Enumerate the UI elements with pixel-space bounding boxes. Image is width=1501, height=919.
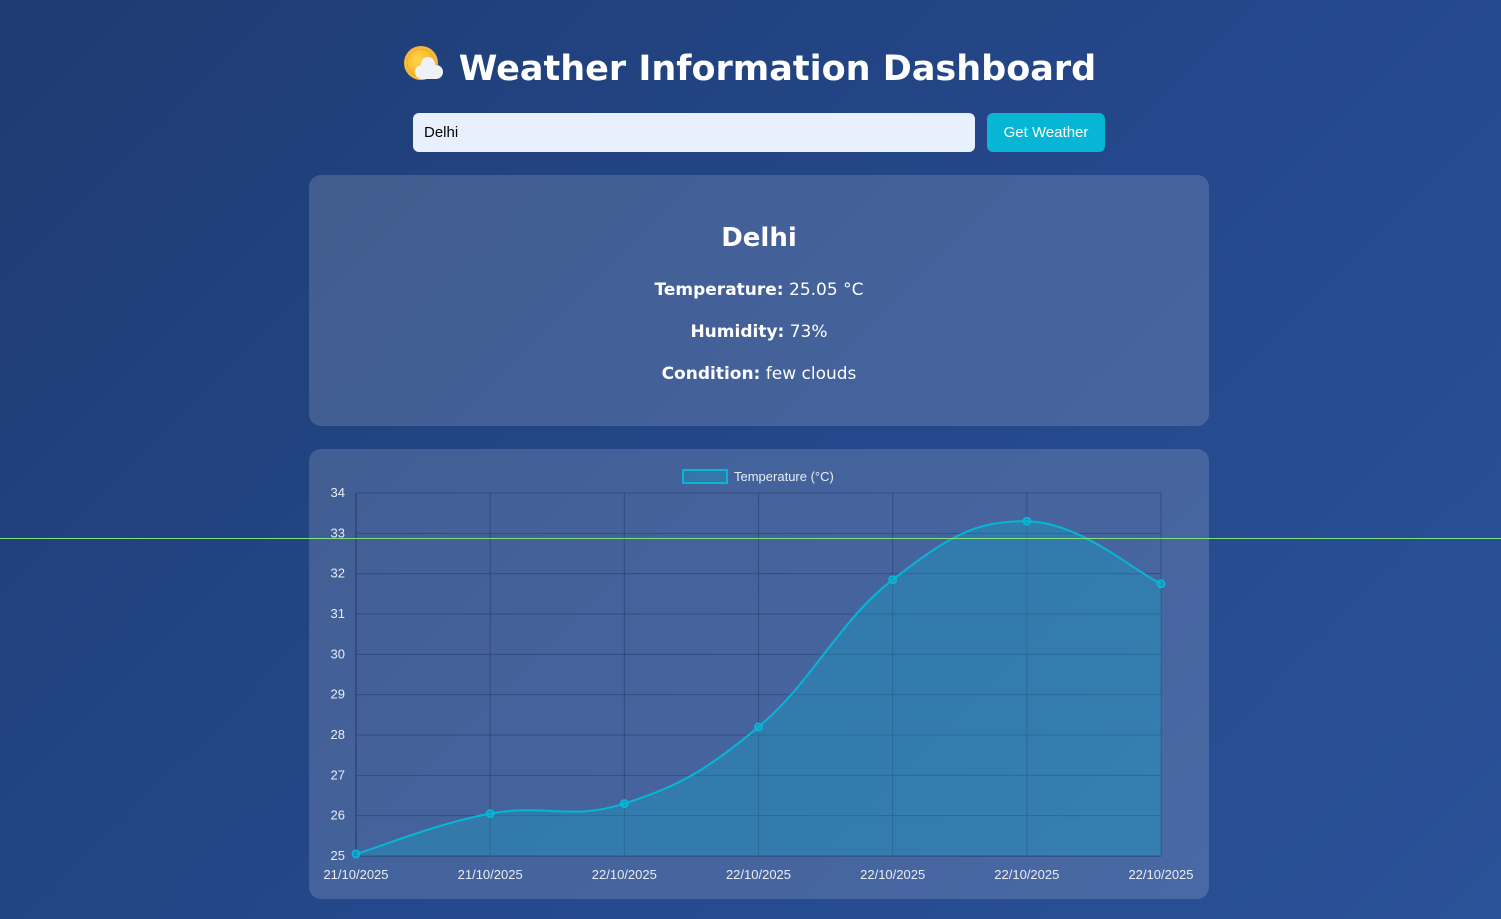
temperature-value: 25.05 °C xyxy=(789,280,864,300)
y-tick-label: 30 xyxy=(331,646,345,661)
legend-label: Temperature (°C) xyxy=(734,469,834,484)
temperature-data-point xyxy=(754,722,763,732)
x-tick-label: 22/10/2025 xyxy=(1128,867,1193,882)
sun-behind-cloud-icon xyxy=(405,47,445,87)
x-tick-label: 21/10/2025 xyxy=(458,867,523,882)
get-weather-button[interactable]: Get Weather xyxy=(987,113,1105,152)
y-tick-label: 27 xyxy=(331,767,345,782)
temperature-chart: 2526272829303132333421/10/2025 21/10/2025… xyxy=(323,469,1194,882)
humidity-row: Humidity: 73% xyxy=(309,322,1209,342)
x-tick-label: 22/10/2025 xyxy=(726,867,791,882)
temperature-label: Temperature: xyxy=(654,280,784,300)
temperature-data-point xyxy=(1156,579,1166,589)
y-tick-label: 25 xyxy=(331,848,345,863)
condition-value: few clouds xyxy=(765,364,857,384)
humidity-label: Humidity: xyxy=(690,322,785,342)
city-search-input[interactable] xyxy=(413,113,975,152)
humidity-value: 73% xyxy=(789,322,828,342)
x-tick-label: 22/10/2025 xyxy=(592,867,657,882)
temperature-data-point xyxy=(351,849,361,859)
legend-swatch xyxy=(682,469,728,484)
temperature-chart-card: 25 26 27 28 29 30 31 32 33 34 21/10/2025 21/10/2025… xyxy=(309,449,1209,899)
y-tick-label: 32 xyxy=(331,566,345,581)
temperature-row: Temperature: 25.05 °C xyxy=(309,280,1209,300)
city-name: Delhi xyxy=(721,223,797,253)
weather-info-card: Delhi Temperature: 25.05 °C Humidity: 73… xyxy=(309,175,1209,426)
y-tick-label: 29 xyxy=(331,687,345,702)
page-title: Weather Information Dashboard xyxy=(0,44,1501,94)
y-tick-label: 26 xyxy=(331,808,345,823)
overlay-guide-line xyxy=(0,538,1501,539)
y-tick-label: 31 xyxy=(331,606,345,621)
temperature-data-point xyxy=(1022,516,1032,526)
temperature-data-point xyxy=(888,575,898,585)
temperature-data-point xyxy=(485,809,495,819)
condition-row: Condition: few clouds xyxy=(309,364,1209,384)
condition-label: Condition: xyxy=(661,364,761,384)
y-tick-label: 28 xyxy=(331,727,345,742)
x-tick-label: 21/10/2025 xyxy=(323,867,388,882)
y-tick-label: 34 xyxy=(331,485,345,500)
x-tick-label: 22/10/2025 xyxy=(994,867,1059,882)
page-title-text: Weather Information Dashboard xyxy=(458,49,1097,89)
temperature-data-point xyxy=(619,799,629,809)
x-tick-label: 22/10/2025 xyxy=(860,867,925,882)
